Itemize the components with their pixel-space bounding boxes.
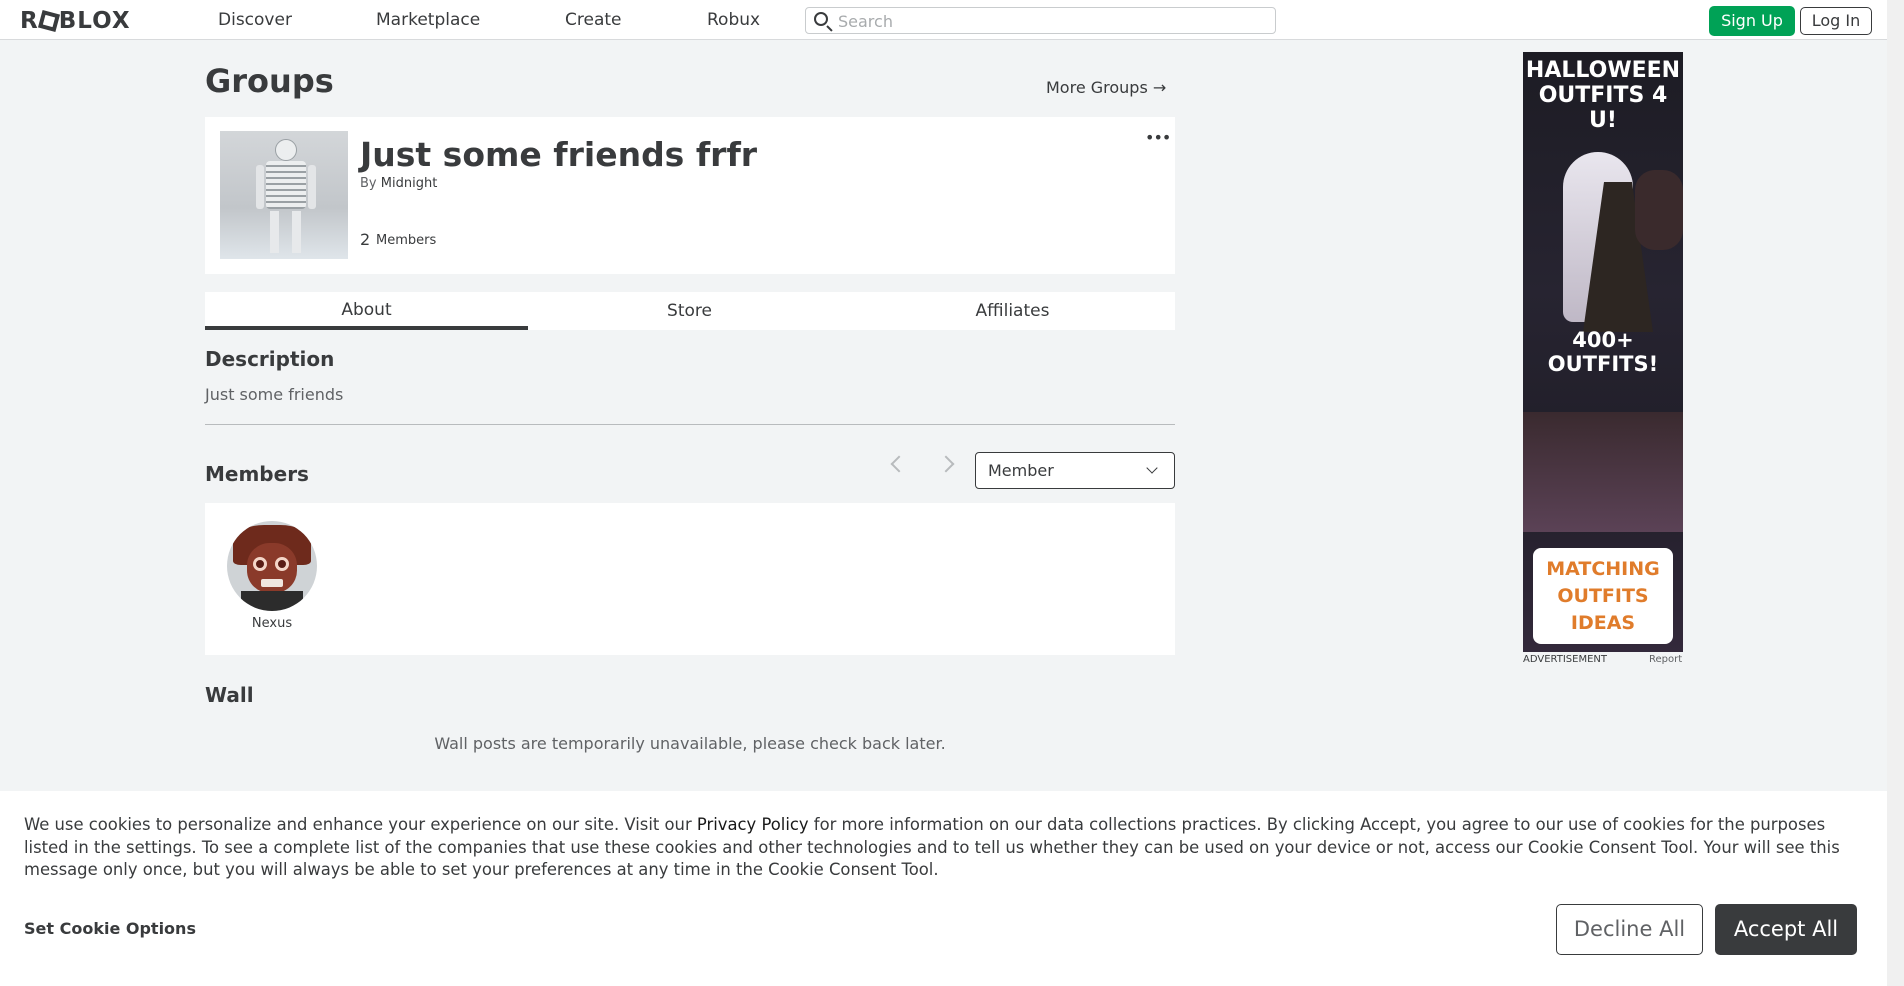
search-icon [814, 12, 828, 26]
nav-marketplace[interactable]: Marketplace [376, 10, 480, 30]
wall-unavailable-message: Wall posts are temporarily unavailable, … [434, 734, 946, 753]
group-name: Just some friends frfr [360, 135, 758, 174]
search-input[interactable] [838, 11, 1258, 31]
privacy-policy-link[interactable]: Privacy Policy [697, 815, 809, 834]
members-title: Members [205, 462, 309, 486]
top-navigation: R BLOX Discover Marketplace Create Robux … [0, 0, 1887, 40]
description-title: Description [205, 347, 335, 371]
members-list: Nexus [205, 503, 1175, 655]
cookie-text-part1: We use cookies to personalize and enhanc… [24, 815, 697, 834]
nav-robux[interactable]: Robux [707, 10, 760, 30]
previous-page-icon[interactable] [890, 455, 908, 473]
tab-affiliates[interactable]: Affiliates [851, 292, 1174, 330]
group-owner-link[interactable]: Midnight [381, 176, 438, 191]
page-title: Groups [205, 62, 334, 100]
more-groups-link[interactable]: More Groups → [1046, 78, 1166, 97]
decline-all-button[interactable]: Decline All [1556, 904, 1703, 955]
advertisement-label: ADVERTISEMENT [1523, 654, 1608, 665]
report-ad-link[interactable]: Report [1649, 654, 1682, 665]
member-count-label: Members [376, 233, 437, 248]
more-options-icon[interactable]: ••• [1145, 130, 1171, 146]
advertisement-banner[interactable]: HALLOWEEN OUTFITS 4 U! 400+ OUTFITS! MAT… [1523, 52, 1683, 652]
ad-outfit-graphic [1523, 412, 1683, 532]
next-page-icon[interactable] [937, 455, 955, 473]
accept-all-button[interactable]: Accept All [1715, 904, 1857, 955]
set-cookie-options-link[interactable]: Set Cookie Options [24, 919, 196, 938]
log-in-button[interactable]: Log In [1800, 7, 1872, 35]
cookie-consent-banner: We use cookies to personalize and enhanc… [0, 791, 1887, 986]
role-filter-value: Member [988, 461, 1054, 480]
nav-discover[interactable]: Discover [218, 10, 292, 30]
ad-headline: HALLOWEEN OUTFITS 4 U! [1525, 58, 1681, 133]
role-filter-dropdown[interactable]: Member [975, 452, 1175, 489]
group-owner-line: By Midnight [360, 176, 437, 191]
group-header-card: Just some friends frfr By Midnight 2 Mem… [205, 117, 1175, 274]
nav-create[interactable]: Create [565, 10, 622, 30]
ad-brand-logo: MATCHING OUTFITS IDEAS [1533, 548, 1673, 644]
ad-subheadline: 400+ OUTFITS! [1547, 328, 1659, 376]
sign-up-button[interactable]: Sign Up [1709, 6, 1795, 36]
roblox-logo[interactable]: R BLOX [20, 8, 131, 34]
avatar[interactable] [227, 521, 317, 611]
member-card[interactable]: Nexus [205, 503, 339, 643]
tab-store[interactable]: Store [528, 292, 851, 330]
divider [205, 424, 1175, 425]
search-box[interactable] [805, 7, 1276, 34]
group-tabs: About Store Affiliates [205, 292, 1175, 330]
member-count: 2 [360, 230, 371, 249]
member-name[interactable]: Nexus [205, 616, 339, 631]
by-label: By [360, 176, 377, 191]
chevron-down-icon [1146, 462, 1158, 474]
ad-avatar-graphic [1635, 170, 1683, 250]
wall-title: Wall [205, 683, 254, 707]
group-emblem-image [220, 131, 348, 259]
description-text: Just some friends [205, 385, 344, 404]
tab-about[interactable]: About [205, 292, 528, 330]
cookie-message: We use cookies to personalize and enhanc… [24, 814, 1870, 882]
page-scrollbar[interactable] [1887, 0, 1904, 986]
